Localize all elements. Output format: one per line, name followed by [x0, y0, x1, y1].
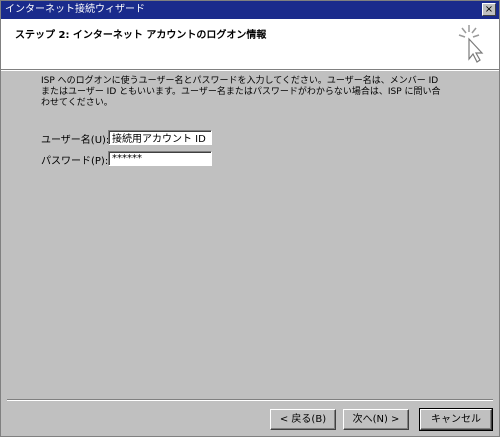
close-button[interactable]: × [482, 3, 496, 16]
wizard-window: インターネット接続ウィザード × ステップ 2: インターネット アカウントのロ… [0, 0, 500, 437]
title-bar[interactable]: インターネット接続ウィザード × [1, 1, 499, 19]
close-icon: × [484, 4, 494, 15]
instruction-text: ISP へのログオンに使うユーザー名とパスワードを入力してください。ユーザー名は… [41, 76, 441, 108]
back-button[interactable]: < 戻る(B) [270, 409, 336, 430]
password-label: パスワード(P): [41, 156, 109, 167]
wizard-header: ステップ 2: インターネット アカウントのログオン情報 [1, 19, 499, 70]
header-divider [1, 70, 499, 71]
step-title: ステップ 2: インターネット アカウントのログオン情報 [15, 30, 267, 41]
username-label: ユーザー名(U): [41, 135, 110, 146]
button-separator [7, 399, 493, 401]
window-title: インターネット接続ウィザード [5, 4, 145, 15]
username-input[interactable] [108, 130, 212, 145]
password-input[interactable] [108, 151, 212, 166]
wizard-cursor-sparkle-icon [458, 25, 484, 63]
next-button[interactable]: 次へ(N) > [343, 409, 409, 430]
cancel-button[interactable]: キャンセル [419, 408, 493, 431]
